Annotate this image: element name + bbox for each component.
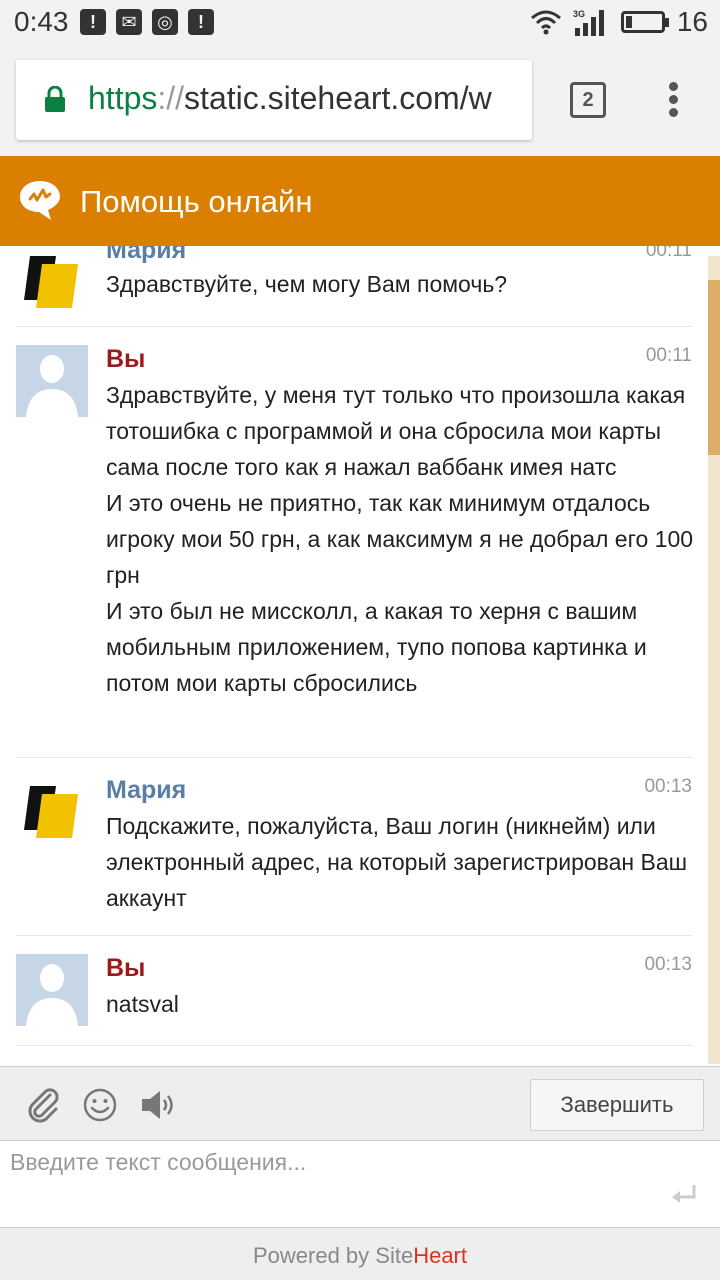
- browser-toolbar: https://static.siteheart.com/w 2: [0, 44, 720, 156]
- message-text: Подскажите, пожалуйста, Ваш логин (никне…: [106, 813, 688, 911]
- scrollbar-thumb[interactable]: [708, 280, 720, 455]
- powered-by-label: Powered by: [252, 1243, 376, 1268]
- message-scrollbar[interactable]: [708, 256, 720, 1064]
- message-time: 00:11: [645, 246, 692, 261]
- cell-signal-icon: 3G: [573, 9, 604, 36]
- message-input-area: [0, 1140, 720, 1228]
- sound-icon[interactable]: [140, 1087, 176, 1123]
- emoji-icon[interactable]: [82, 1087, 118, 1123]
- overflow-menu-icon[interactable]: [664, 82, 684, 118]
- mail-notification-icon: ✉: [116, 9, 142, 35]
- url-scheme: https: [88, 80, 158, 116]
- message-text: Здравствуйте, у меня тут только что прои…: [106, 382, 694, 696]
- brand-name-site[interactable]: Site: [375, 1243, 413, 1268]
- message-text: Здравствуйте, чем могу Вам помочь?: [106, 271, 508, 297]
- user-avatar: [16, 345, 88, 417]
- message-author: Вы: [106, 954, 146, 982]
- message-item: Вы 00:11 Здравствуйте, у меня тут только…: [16, 327, 693, 758]
- lock-icon: [45, 86, 65, 112]
- message-author: Мария: [106, 246, 187, 264]
- message-author: Вы: [106, 345, 146, 373]
- message-item: Мария 00:13 Подскажите, пожалуйста, Ваш …: [16, 758, 692, 936]
- network-type-label: 3G: [573, 9, 585, 19]
- address-bar[interactable]: https://static.siteheart.com/w: [16, 60, 532, 140]
- agent-avatar: [16, 246, 88, 318]
- attach-file-icon[interactable]: [26, 1087, 62, 1123]
- agent-avatar: [16, 776, 88, 848]
- user-avatar: [16, 954, 88, 1026]
- message-input[interactable]: [0, 1141, 720, 1227]
- message-time: 00:13: [644, 954, 692, 975]
- chat-header: Помощь онлайн: [0, 156, 720, 246]
- chat-logo-icon: [20, 181, 60, 220]
- footer: Powered by SiteHeart: [0, 1228, 720, 1280]
- message-author: Мария: [106, 776, 187, 804]
- message-text: natsval: [106, 991, 179, 1017]
- wifi-icon: [530, 10, 561, 35]
- status-right: 3G 16: [530, 6, 708, 38]
- status-time: 0:43: [14, 6, 69, 37]
- status-bar: 0:43 ! ✉ ◎ ! 3G 16: [0, 0, 720, 44]
- battery-icon: [620, 11, 669, 33]
- battery-percent: 16: [676, 6, 708, 37]
- chat-toolbar: Завершить: [0, 1066, 720, 1140]
- message-item: Мария 00:11 Здравствуйте, чем могу Вам п…: [16, 246, 692, 327]
- url-separator: ://: [157, 80, 185, 116]
- brand-name-heart[interactable]: Heart: [413, 1243, 467, 1268]
- end-chat-button[interactable]: Завершить: [530, 1079, 704, 1131]
- tab-switcher-button[interactable]: 2: [570, 82, 606, 118]
- screen: 0:43 ! ✉ ◎ ! 3G 16 https://static.sitehe…: [0, 0, 720, 1280]
- instagram-notification-icon: ◎: [152, 9, 178, 35]
- message-list[interactable]: Мария 00:11 Здравствуйте, чем могу Вам п…: [0, 246, 720, 1066]
- alert-notification-icon: !: [80, 9, 106, 35]
- url-text: https://static.siteheart.com/w: [88, 80, 492, 117]
- message-notification-icon: !: [188, 9, 214, 35]
- notification-icons: ! ✉ ◎ !: [80, 9, 214, 35]
- chat-title: Помощь онлайн: [80, 184, 313, 219]
- url-fade: [492, 60, 532, 140]
- message-time: 00:13: [644, 776, 692, 797]
- url-host: static.siteheart.com/w: [184, 80, 492, 116]
- message-time: 00:11: [645, 345, 692, 366]
- enter-send-icon[interactable]: [670, 1183, 698, 1209]
- message-item: Вы 00:13 natsval: [16, 936, 692, 1046]
